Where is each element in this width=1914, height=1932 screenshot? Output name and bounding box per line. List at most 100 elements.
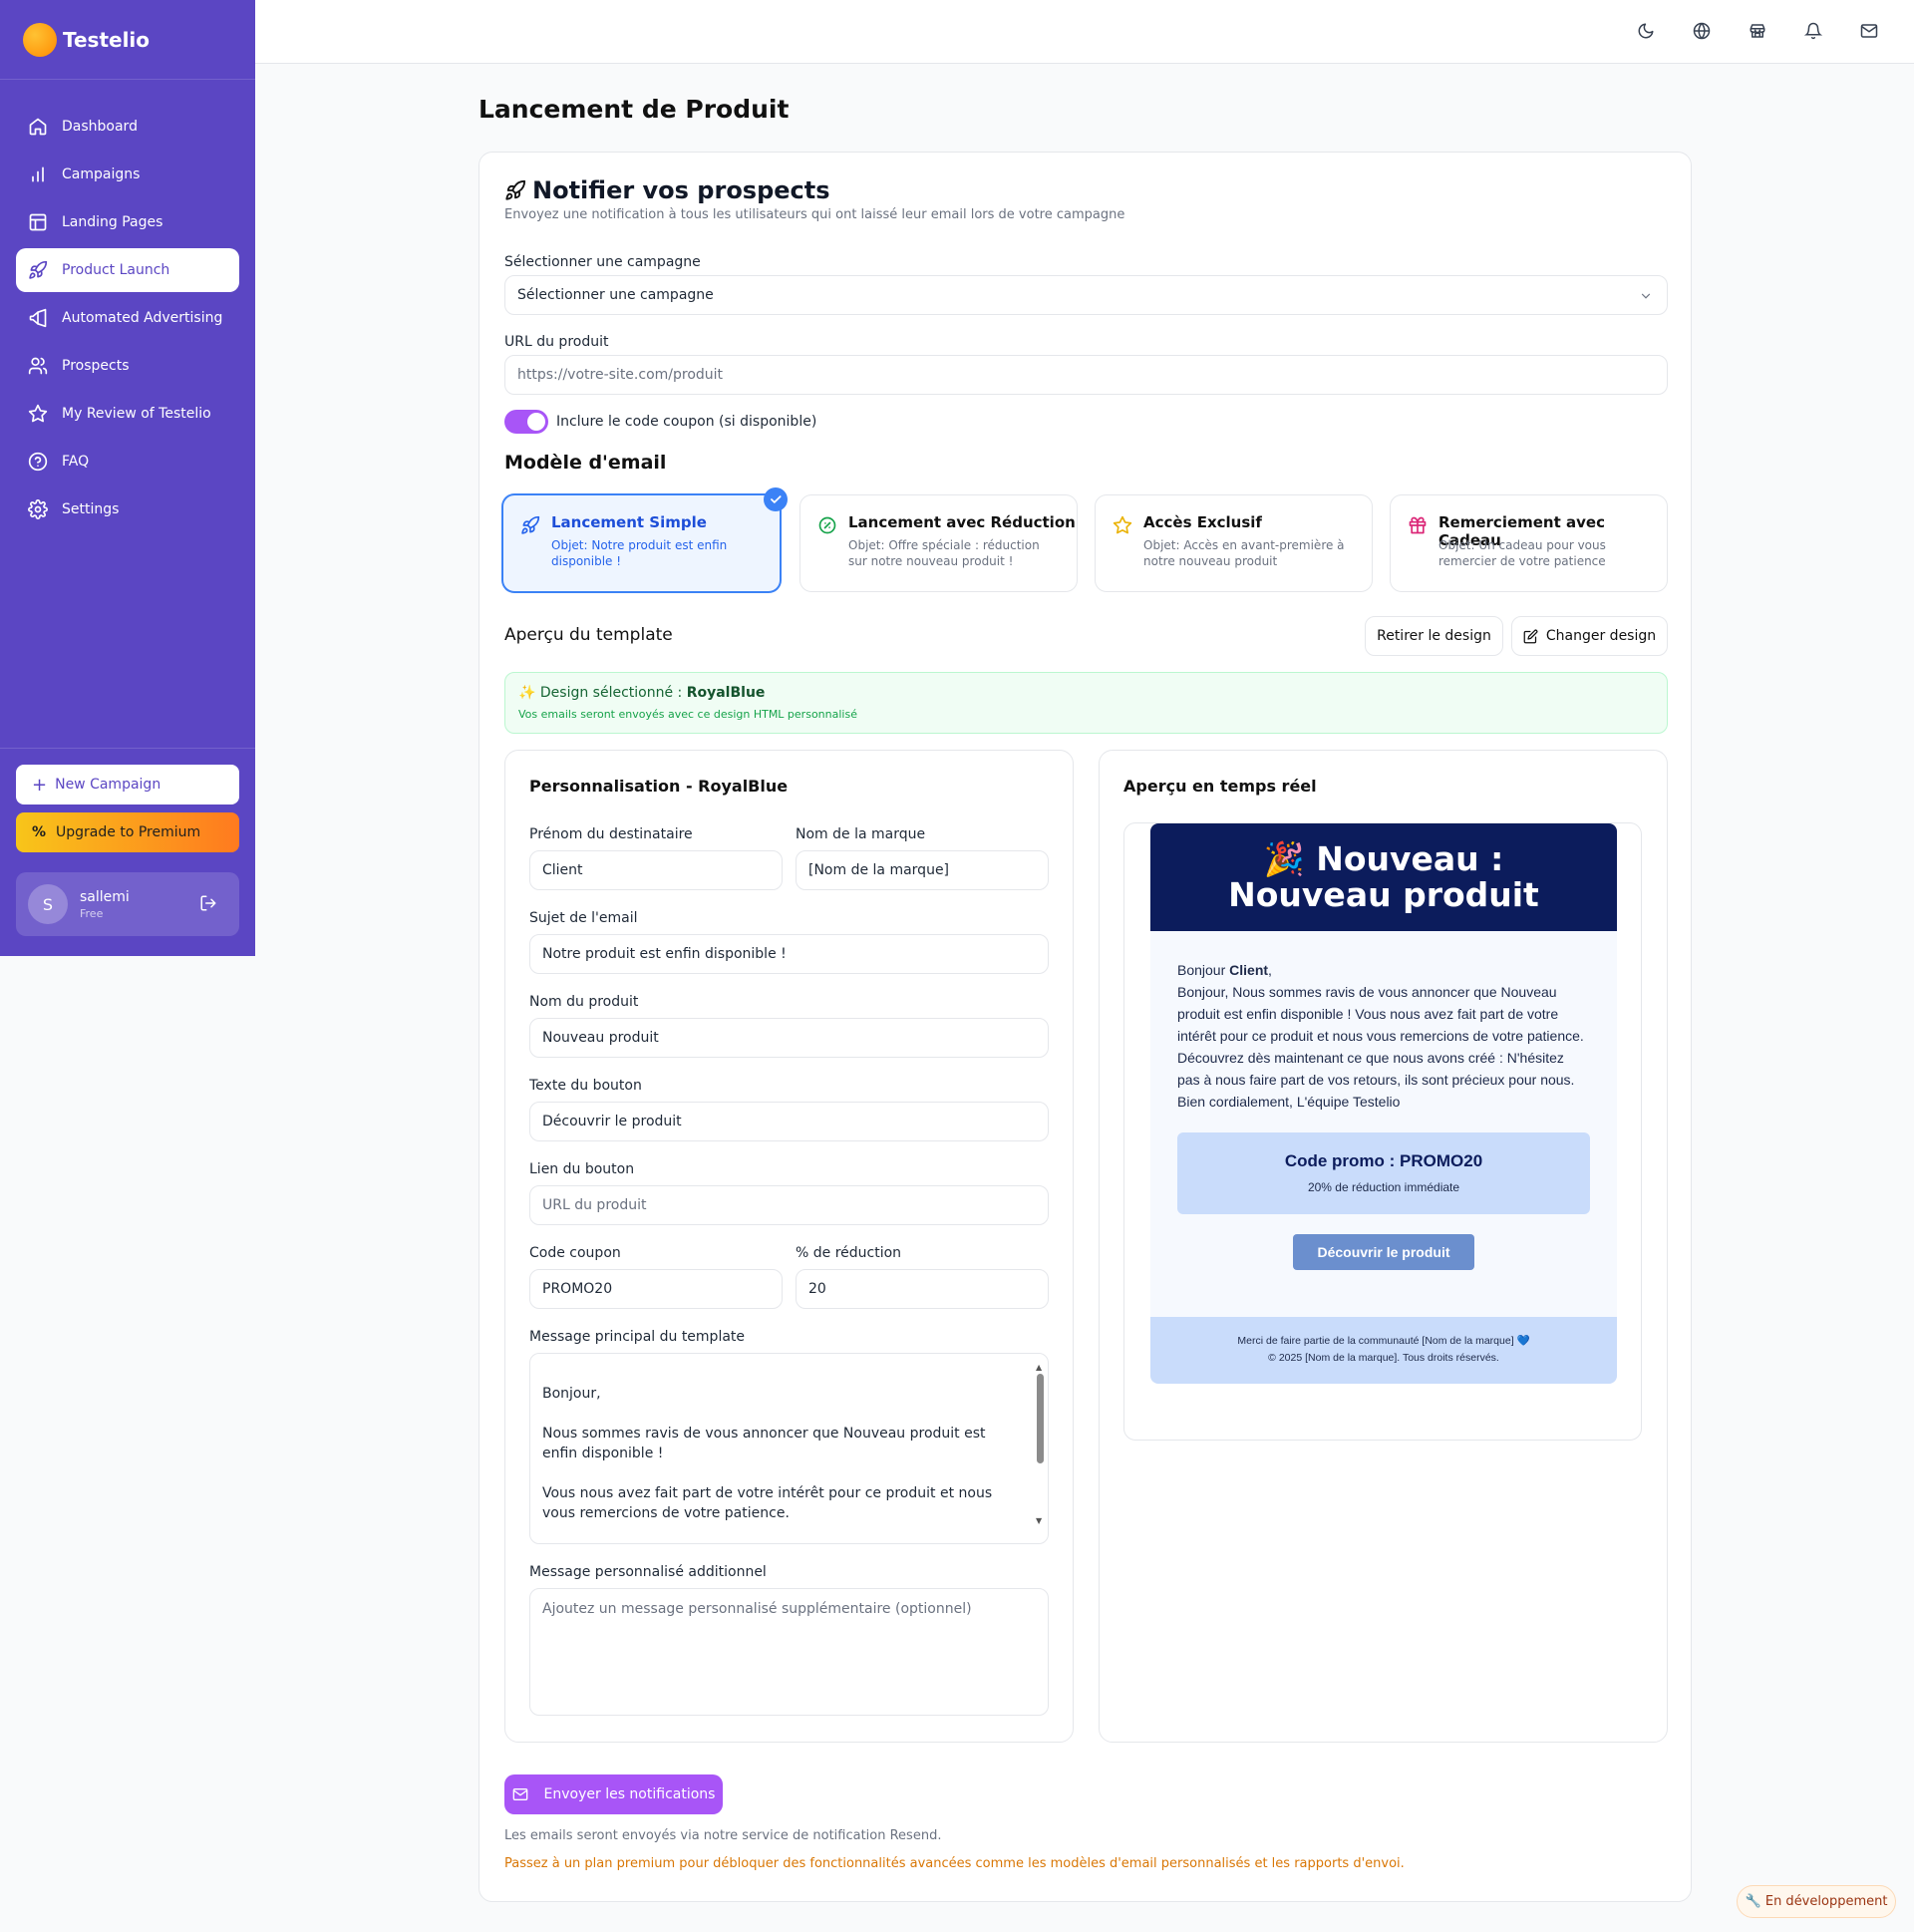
selected-check-badge [764, 487, 788, 511]
check-icon [771, 495, 782, 503]
sidebar-item-landing-pages[interactable]: Landing Pages [16, 200, 239, 244]
change-design-label: Changer design [1545, 628, 1657, 644]
sidebar-item-faq[interactable]: FAQ [16, 440, 239, 483]
template-lancement-reduction[interactable]: Lancement avec Réduction Objet: Offre sp… [799, 494, 1078, 592]
sidebar-item-label: FAQ [62, 454, 90, 470]
greeting-suffix: , [1268, 962, 1272, 978]
star-icon [1113, 515, 1132, 534]
sidebar-item-settings[interactable]: Settings [16, 487, 239, 531]
campaign-select[interactable]: Sélectionner une campagne [504, 275, 1668, 315]
logout-icon[interactable] [199, 894, 217, 912]
email-subject-label: Sujet de l'email [529, 910, 638, 926]
design-name: RoyalBlue [686, 685, 766, 701]
sidebar-item-automated-advertising[interactable]: Automated Advertising [16, 296, 239, 340]
sidebar-item-campaigns[interactable]: Campaigns [16, 153, 239, 196]
sidebar-item-label: Settings [62, 501, 120, 517]
scroll-down-arrow[interactable]: ▼ [1036, 1511, 1042, 1531]
topbar [255, 0, 1914, 64]
topbar-icons [1637, 22, 1878, 40]
email-preview-frame: 🎉 Nouveau : Nouveau produit Bonjour Clie… [1123, 822, 1642, 1441]
sidebar-item-product-launch[interactable]: Product Launch [16, 248, 239, 292]
send-notifications-label: Envoyer les notifications [543, 1786, 716, 1802]
email-header: 🎉 Nouveau : Nouveau produit [1150, 823, 1617, 931]
home-icon [29, 118, 47, 136]
main-message-text: Bonjour, Nous sommes ravis de vous annon… [542, 1386, 993, 1521]
brand-name-input[interactable]: [Nom de la marque] [796, 850, 1049, 890]
promo-subtitle: 20% de réduction immédiate [1307, 1180, 1460, 1194]
store-icon[interactable] [1749, 22, 1766, 40]
sidebar-item-label: Product Launch [62, 262, 170, 278]
new-campaign-button[interactable]: + New Campaign [16, 765, 239, 805]
notify-title-text: Notifier vos prospects [532, 176, 830, 204]
dev-status-badge: 🔧 En développement [1737, 1885, 1896, 1918]
coupon-toggle[interactable] [504, 410, 548, 434]
greeting-prefix: Bonjour [1177, 962, 1230, 978]
template-preview-title: Aperçu du template [504, 625, 673, 645]
extra-message-label: Message personnalisé additionnel [529, 1564, 767, 1580]
sidebar-item-label: Prospects [62, 358, 130, 374]
product-url-input[interactable]: https://votre-site.com/produit [504, 355, 1668, 395]
notify-subtitle: Envoyez une notification à tous les util… [504, 207, 1125, 222]
percent-icon: % [32, 824, 47, 840]
globe-icon[interactable] [1693, 22, 1711, 40]
bell-icon[interactable] [1804, 22, 1822, 40]
send-notifications-button[interactable]: Envoyer les notifications [504, 1774, 723, 1814]
premium-note: Passez à un plan premium pour débloquer … [504, 1856, 1405, 1871]
notify-title: Notifier vos prospects [504, 176, 830, 204]
template-lancement-simple[interactable]: Lancement Simple Objet: Notre produit es… [502, 487, 788, 592]
scroll-thumb[interactable] [1037, 1374, 1044, 1463]
design-note: Vos emails seront envoyés avec ce design… [518, 708, 857, 721]
users-icon [28, 357, 48, 375]
textarea-scrollbar[interactable]: ▲ ▼ [1034, 1358, 1046, 1537]
new-campaign-label: New Campaign [55, 777, 161, 793]
coupon-code-input[interactable]: PROMO20 [529, 1269, 783, 1309]
sidebar-item-my-review[interactable]: My Review of Testelio [16, 392, 239, 436]
megaphone-icon [29, 308, 47, 328]
email-greeting: Bonjour Client, [1177, 959, 1590, 981]
email-preview: 🎉 Nouveau : Nouveau produit Bonjour Clie… [1150, 823, 1617, 1384]
product-name-input[interactable]: Nouveau produit [529, 1018, 1049, 1058]
mail-icon [512, 1788, 527, 1800]
user-name: sallemi [80, 888, 130, 905]
sidebar-item-label: Dashboard [62, 119, 138, 135]
brand-name: Testelio [63, 27, 151, 52]
sidebar-item-dashboard[interactable]: Dashboard [16, 105, 239, 149]
user-plan: Free [80, 906, 104, 920]
first-name-input[interactable]: Client [529, 850, 783, 890]
email-cta-button[interactable]: Découvrir le produit [1293, 1234, 1474, 1270]
template-acces-exclusif[interactable]: Accès Exclusif Objet: Accès en avant-pre… [1095, 494, 1373, 592]
template-remerciement-cadeau[interactable]: Remerciement avec Cadeau Objet: Un cadea… [1390, 494, 1668, 592]
extra-message-textarea[interactable]: Ajoutez un message personnalisé suppléme… [529, 1588, 1049, 1716]
promo-box: Code promo : PROMO20 20% de réduction im… [1177, 1132, 1590, 1214]
personalization-title: Personnalisation - RoyalBlue [529, 777, 789, 796]
mail-icon[interactable] [1860, 22, 1878, 40]
discount-input[interactable]: 20 [796, 1269, 1049, 1309]
upgrade-premium-button[interactable]: % Upgrade to Premium [16, 812, 239, 852]
discount-label: % de réduction [796, 1245, 902, 1261]
template-name: Accès Exclusif [1143, 513, 1262, 531]
sidebar-item-prospects[interactable]: Prospects [16, 344, 239, 388]
avatar: S [28, 884, 68, 924]
bar-chart-icon [32, 166, 44, 182]
email-footer: Merci de faire partie de la communauté [… [1150, 1317, 1617, 1384]
button-link-input[interactable]: URL du produit [529, 1185, 1049, 1225]
resend-note: Les emails seront envoyés via notre serv… [504, 1828, 942, 1843]
coupon-code-label: Code coupon [529, 1245, 621, 1261]
user-card[interactable]: S sallemi Free [16, 872, 239, 936]
live-preview-title: Aperçu en temps réel [1123, 777, 1317, 796]
sidebar-nav: Dashboard Campaigns Landing Pages Produc… [0, 80, 255, 531]
button-text-input[interactable]: Découvrir le produit [529, 1102, 1049, 1141]
brand[interactable]: Testelio [0, 0, 255, 80]
gear-icon [28, 499, 48, 519]
live-preview-card: Aperçu en temps réel 🎉 Nouveau : Nouveau… [1099, 750, 1668, 1743]
remove-design-button[interactable]: Retirer le design [1365, 616, 1503, 656]
discount-badge-icon [818, 516, 836, 534]
template-subject: Objet: Un cadeau pour vous remercier de … [1438, 538, 1606, 568]
moon-icon[interactable] [1637, 22, 1655, 40]
footer-line-2: © 2025 [Nom de la marque]. Tous droits r… [1268, 1352, 1499, 1364]
help-circle-icon [28, 452, 48, 472]
main-message-textarea[interactable]: Bonjour, Nous sommes ravis de vous annon… [529, 1353, 1049, 1544]
template-subject: Objet: Offre spéciale : réduction sur no… [848, 538, 1040, 568]
change-design-button[interactable]: Changer design [1511, 616, 1668, 656]
email-subject-input[interactable]: Notre produit est enfin disponible ! [529, 934, 1049, 974]
